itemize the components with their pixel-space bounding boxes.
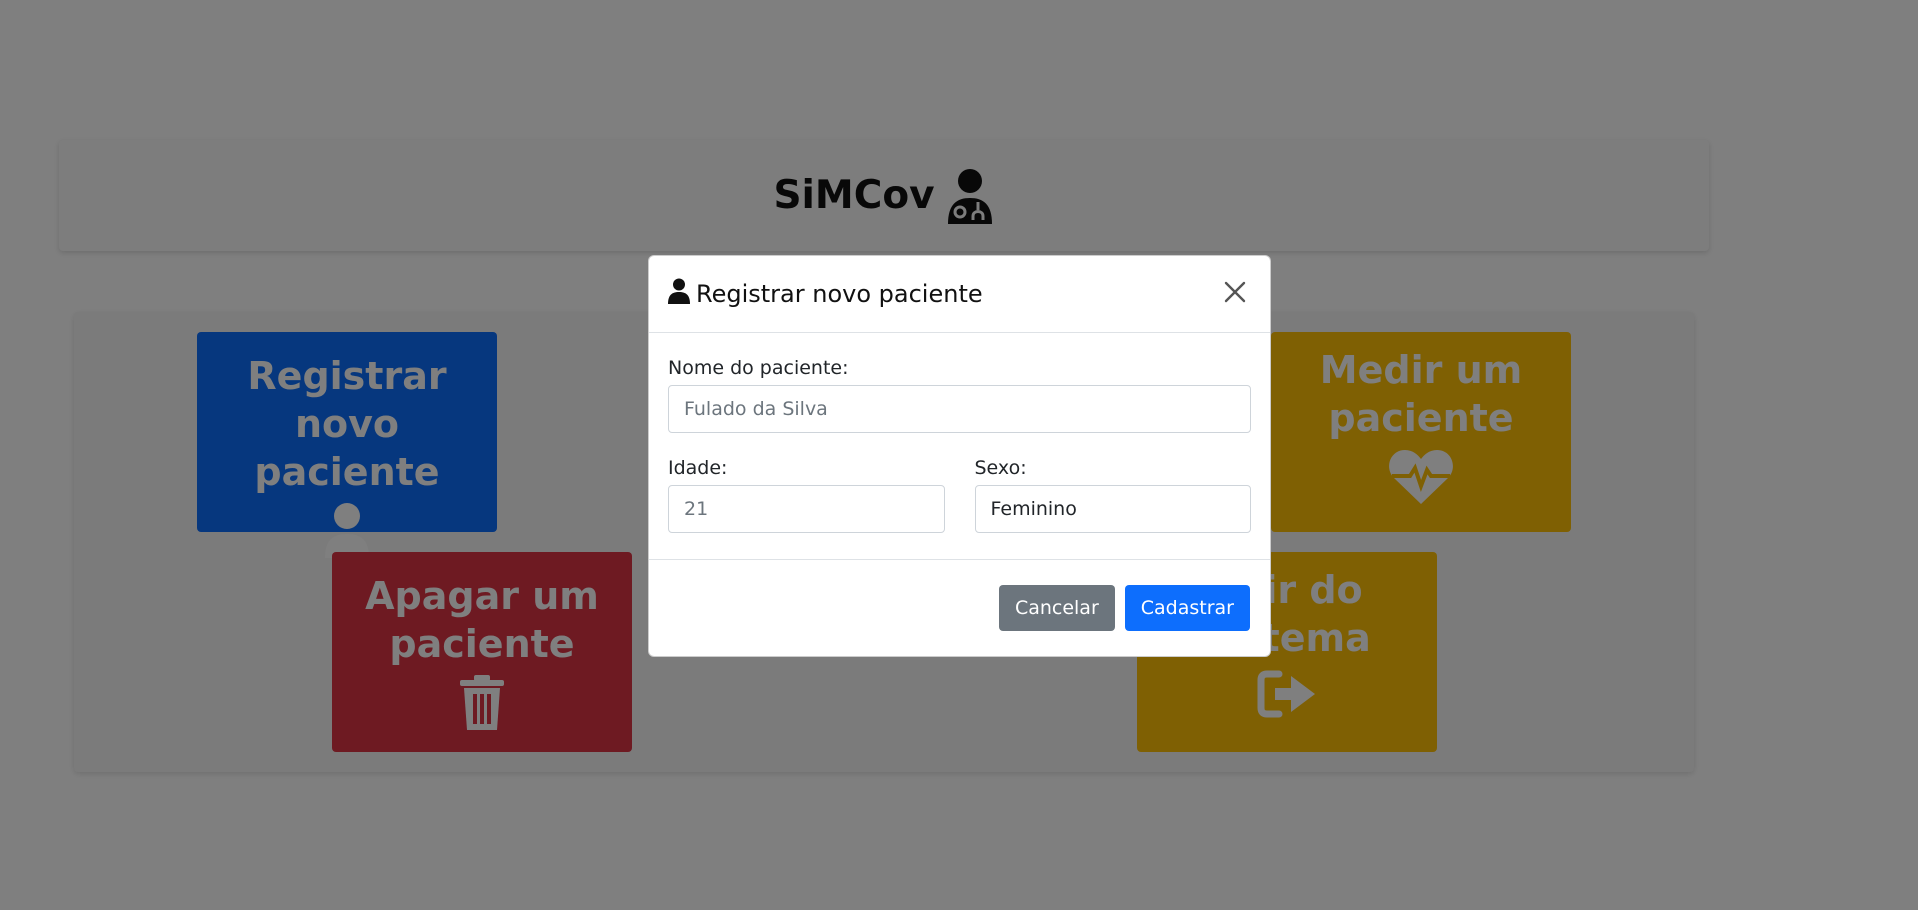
modal-footer: Cancelar Cadastrar — [649, 560, 1270, 656]
age-column: Idade: — [668, 457, 945, 533]
age-sex-row: Idade: Sexo: Feminino — [668, 457, 1251, 533]
name-label: Nome do paciente: — [668, 357, 849, 379]
cancel-button[interactable]: Cancelar — [998, 585, 1115, 631]
modal-title: Registrar novo paciente — [668, 278, 983, 310]
patient-age-input[interactable] — [668, 485, 945, 533]
modal-header: Registrar novo paciente — [649, 256, 1270, 333]
close-button[interactable] — [1219, 278, 1251, 310]
age-label: Idade: — [668, 457, 728, 479]
sex-label: Sexo: — [974, 457, 1027, 479]
patient-sex-select[interactable]: Feminino — [974, 485, 1251, 533]
sex-column: Sexo: Feminino — [974, 457, 1251, 533]
sex-selected-value: Feminino — [990, 498, 1077, 520]
modal-title-text: Registrar novo paciente — [696, 280, 983, 308]
modal-body: Nome do paciente: Idade: Sexo: Feminino — [649, 333, 1270, 560]
register-patient-modal: Registrar novo paciente Nome do paciente… — [648, 255, 1271, 657]
user-icon — [668, 278, 690, 310]
close-icon — [1224, 281, 1246, 307]
submit-button[interactable]: Cadastrar — [1124, 585, 1250, 631]
patient-name-input[interactable] — [668, 385, 1251, 433]
